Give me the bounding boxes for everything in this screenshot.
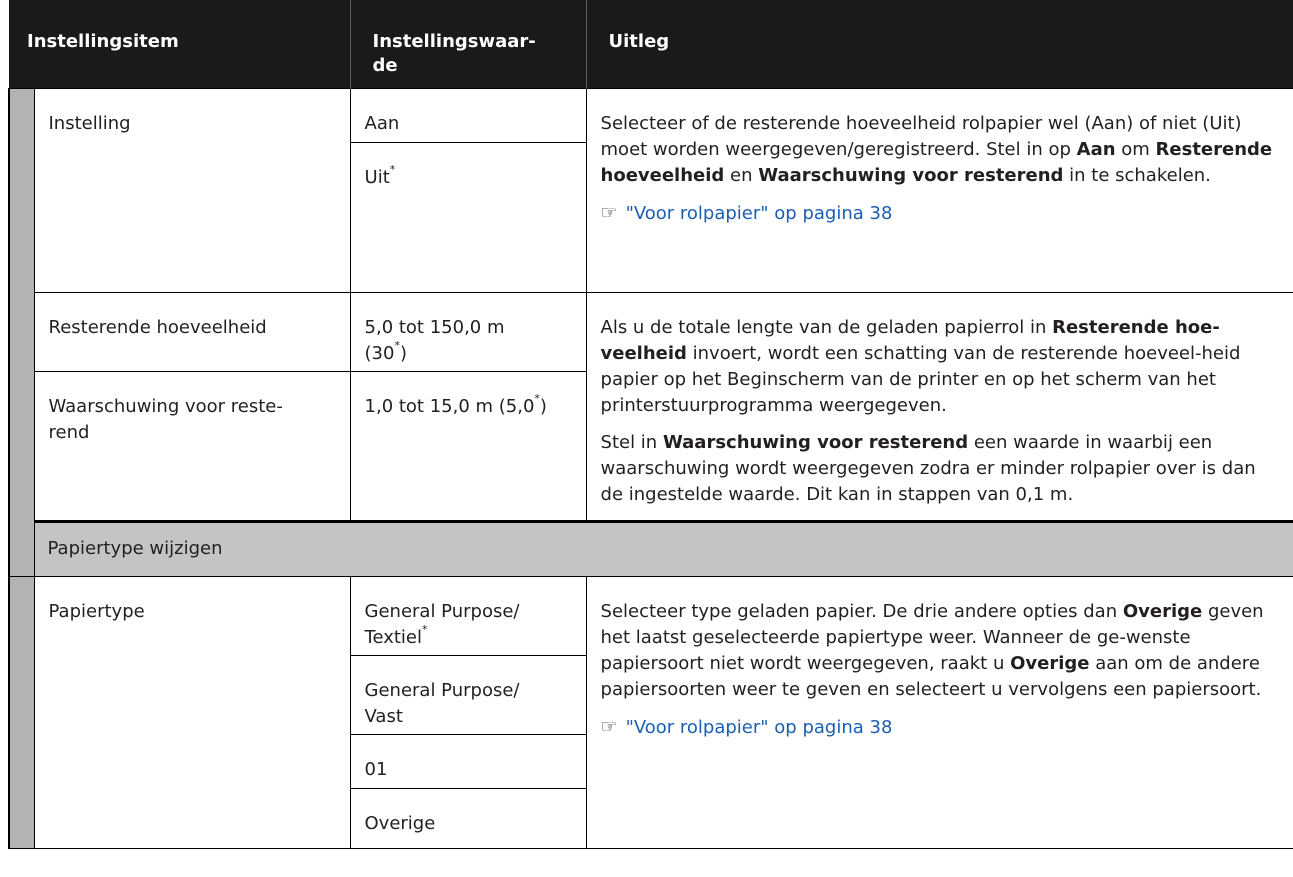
item-instelling: Instelling: [33, 88, 351, 293]
item-waarschuwing: Waarschuwing voor reste-rend: [33, 371, 351, 523]
pointing-hand-icon: ☞: [600, 716, 618, 738]
default-mark: *: [534, 392, 540, 405]
desc-resterende: Als u de totale lengte van de geladen pa…: [585, 292, 1293, 522]
table-row: Resterende hoeveelheid 5,0 tot 150,0 m (3…: [9, 292, 1293, 522]
ref-link-text-2[interactable]: "Voor rolpapier" op pagina 38: [626, 717, 893, 738]
header-value-line1: Instellingswaar-: [372, 31, 536, 52]
ref-link-text-1[interactable]: "Voor rolpapier" op pagina 38: [626, 203, 893, 224]
default-mark: *: [389, 163, 396, 176]
section-title: Papiertype wijzigen: [33, 520, 1293, 577]
value-resterende: 5,0 tot 150,0 m (30*): [349, 292, 587, 372]
value-overige: Overige: [349, 788, 587, 849]
desc-papiertype: Selecteer type geladen papier. De drie a…: [585, 576, 1293, 849]
value-01: 01: [349, 734, 587, 789]
value-uit: Uit*: [349, 142, 587, 293]
header-item: Instellingsitem: [9, 0, 351, 89]
item-resterende: Resterende hoeveelheid: [33, 292, 351, 372]
desc-instelling-text: Selecteer of de resterende hoeveelheid r…: [600, 113, 1273, 186]
table-row: Instelling Aan Selecteer of de resterend…: [8, 88, 1293, 577]
header-desc: Uitleg: [585, 0, 1293, 89]
table-header-row: Instellingsitem Instellingswaar-de Uitle…: [9, 0, 1293, 89]
default-mark: *: [422, 623, 428, 636]
desc-resterende-text: Als u de totale lengte van de geladen pa…: [600, 317, 1241, 416]
desc-instelling: Selecteer of de resterende hoeveelheid r…: [585, 88, 1293, 293]
indent-bar: [8, 88, 35, 577]
header-value: Instellingswaar-de: [349, 0, 587, 89]
settings-table: Instellingsitem Instellingswaar-de Uitle…: [8, 0, 1293, 849]
ref-link-2[interactable]: ☞ "Voor rolpapier" op pagina 38: [601, 714, 1280, 741]
table-row: Papiertype General Purpose/Textiel* Sele…: [8, 576, 1293, 849]
ref-link-1[interactable]: ☞ "Voor rolpapier" op pagina 38: [601, 200, 1280, 227]
value-general-textiel: General Purpose/Textiel*: [349, 576, 587, 656]
desc-waarschuwing-text: Stel in Waarschuwing voor resterend een …: [600, 432, 1256, 505]
indent-bar: [8, 576, 35, 849]
settings-page: Instellingsitem Instellingswaar-de Uitle…: [0, 0, 1293, 877]
section-row: Papiertype wijzigen: [9, 520, 1293, 577]
value-aan: Aan: [349, 88, 587, 143]
pointing-hand-icon: ☞: [600, 202, 618, 224]
value-general-vast: General Purpose/Vast: [349, 655, 587, 735]
header-value-line2: de: [372, 55, 398, 76]
default-mark: *: [394, 339, 400, 352]
item-papiertype: Papiertype: [33, 576, 351, 849]
desc-papiertype-text: Selecteer type geladen papier. De drie a…: [600, 601, 1264, 700]
value-waarschuwing: 1,0 tot 15,0 m (5,0*): [349, 371, 587, 523]
